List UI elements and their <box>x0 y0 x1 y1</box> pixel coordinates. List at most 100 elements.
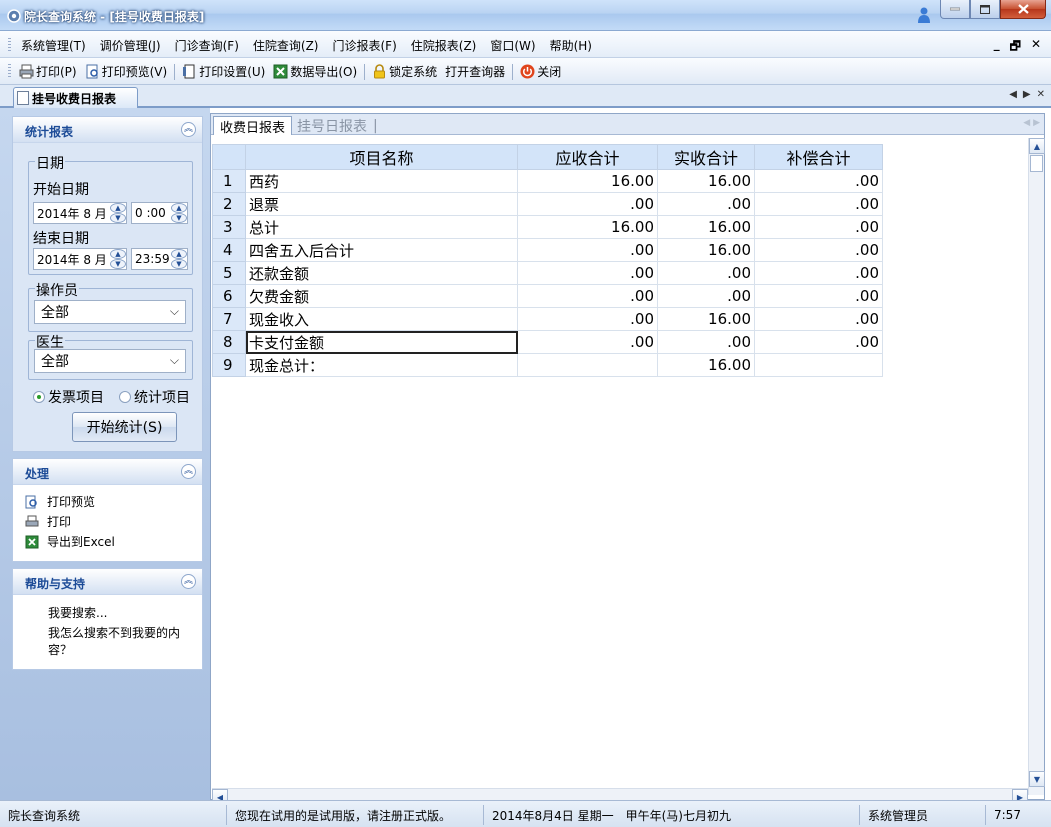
end-date-spinner[interactable]: ▲ ▼ <box>110 249 126 269</box>
minimize-button[interactable] <box>940 0 970 19</box>
row-number[interactable]: 1 <box>212 169 246 193</box>
table-row[interactable]: 2 退票 .00 .00 .00 <box>212 192 883 216</box>
scroll-up-icon[interactable]: ▲ <box>1029 138 1045 154</box>
cell-compensation[interactable]: .00 <box>754 215 883 239</box>
cell-due[interactable]: .00 <box>517 330 658 354</box>
spin-down-icon[interactable]: ▼ <box>171 259 187 269</box>
tab-fee-daily-report[interactable]: 收费日报表 <box>213 116 293 136</box>
close-window-button[interactable] <box>1000 0 1046 19</box>
row-number[interactable]: 3 <box>212 215 246 239</box>
menu-grip[interactable] <box>8 38 11 52</box>
table-row[interactable]: 7 现金收入 .00 16.00 .00 <box>212 307 883 331</box>
cell-compensation[interactable]: .00 <box>754 192 883 216</box>
column-header-compensation[interactable]: 补偿合计 <box>754 144 883 170</box>
row-number[interactable]: 7 <box>212 307 246 331</box>
row-number[interactable]: 4 <box>212 238 246 262</box>
cell-paid[interactable]: .00 <box>657 330 755 354</box>
cell-item-name-selected[interactable]: 卡支付金额 <box>245 330 518 354</box>
close-button[interactable]: 关闭 <box>516 63 565 80</box>
cell-compensation[interactable]: .00 <box>754 330 883 354</box>
cell-compensation[interactable]: .00 <box>754 284 883 308</box>
cell-item-name[interactable]: 总计 <box>245 215 518 239</box>
grid-corner[interactable] <box>212 144 246 170</box>
tab-registration-daily-report[interactable]: 挂号日报表 | <box>291 116 384 135</box>
radio-stats-items[interactable]: 统计项目 <box>119 387 190 407</box>
cell-paid[interactable]: 16.00 <box>657 169 755 193</box>
tab-scroll-right-icon[interactable]: ▶ <box>1023 89 1031 100</box>
maximize-button[interactable] <box>970 0 1000 19</box>
export-data-button[interactable]: 数据导出(O) <box>269 63 361 80</box>
column-header-due[interactable]: 应收合计 <box>517 144 658 170</box>
cell-compensation[interactable]: .00 <box>754 307 883 331</box>
menu-help[interactable]: 帮助(H) <box>543 37 599 54</box>
user-icon[interactable] <box>916 6 932 24</box>
cell-due[interactable]: .00 <box>517 261 658 285</box>
table-row[interactable]: 6 欠费金额 .00 .00 .00 <box>212 284 883 308</box>
column-header-paid[interactable]: 实收合计 <box>657 144 755 170</box>
row-number[interactable]: 5 <box>212 261 246 285</box>
cell-due[interactable]: .00 <box>517 307 658 331</box>
process-print-preview-link[interactable]: 打印预览 <box>25 493 95 510</box>
end-date-field[interactable]: 2014年 8 月 ▲ ▼ <box>33 248 127 270</box>
cell-paid[interactable]: .00 <box>657 192 755 216</box>
help-search-link[interactable]: 我要搜索... <box>48 605 188 622</box>
cell-due[interactable]: 16.00 <box>517 215 658 239</box>
cell-paid[interactable]: .00 <box>657 284 755 308</box>
mdi-close-button[interactable]: ✕ <box>1031 37 1041 58</box>
table-row[interactable]: 3 总计 16.00 16.00 .00 <box>212 215 883 239</box>
menu-outpatient-query[interactable]: 门诊查询(F) <box>168 37 246 54</box>
spin-down-icon[interactable]: ▼ <box>110 213 126 223</box>
vertical-scrollbar[interactable]: ▲ ▼ <box>1028 138 1045 795</box>
cell-paid[interactable]: .00 <box>657 261 755 285</box>
menu-inpatient-query[interactable]: 住院查询(Z) <box>246 37 326 54</box>
cell-due[interactable]: 16.00 <box>517 169 658 193</box>
cell-paid[interactable]: 16.00 <box>657 307 755 331</box>
doctor-select[interactable]: 全部 ⌵ <box>34 349 186 373</box>
print-preview-button[interactable]: 打印预览(V) <box>81 63 172 80</box>
cell-item-name[interactable]: 现金收入 <box>245 307 518 331</box>
table-row[interactable]: 9 现金总计： 16.00 <box>212 353 883 377</box>
cell-item-name[interactable]: 西药 <box>245 169 518 193</box>
cell-compensation[interactable]: .00 <box>754 261 883 285</box>
start-stats-button[interactable]: 开始统计(S) <box>72 412 177 442</box>
stats-panel-header[interactable]: 统计报表 ︽ <box>13 117 202 143</box>
spin-up-icon[interactable]: ▲ <box>171 249 187 259</box>
cell-due[interactable]: .00 <box>517 284 658 308</box>
cell-due[interactable]: .00 <box>517 192 658 216</box>
end-time-field[interactable]: 23:59 ▲ ▼ <box>131 248 188 270</box>
cell-item-name[interactable]: 现金总计： <box>245 353 518 377</box>
chevron-down-icon[interactable]: ⌵ <box>170 304 179 319</box>
process-panel-header[interactable]: 处理 ︽ <box>13 459 202 485</box>
table-row[interactable]: 1 西药 16.00 16.00 .00 <box>212 169 883 193</box>
chevron-down-icon[interactable]: ⌵ <box>170 353 179 368</box>
tab-scroll-icon[interactable]: ◀ ▶ <box>1023 118 1040 128</box>
menu-inpatient-report[interactable]: 住院报表(Z) <box>404 37 484 54</box>
print-button[interactable]: 打印(P) <box>15 63 81 80</box>
print-setup-button[interactable]: 打印设置(U) <box>178 63 269 80</box>
tab-scroll-left-icon[interactable]: ◀ <box>1009 89 1017 100</box>
mdi-restore-button[interactable]: 🗗 <box>1010 37 1021 58</box>
spin-up-icon[interactable]: ▲ <box>171 203 187 213</box>
cell-paid[interactable]: 16.00 <box>657 238 755 262</box>
mdi-minimize-button[interactable]: _ <box>994 37 1000 58</box>
scroll-down-icon[interactable]: ▼ <box>1029 771 1045 787</box>
cell-paid[interactable]: 16.00 <box>657 353 755 377</box>
collapse-icon[interactable]: ︽ <box>181 122 196 137</box>
scroll-thumb[interactable] <box>1030 155 1043 172</box>
spin-up-icon[interactable]: ▲ <box>110 249 126 259</box>
cell-due[interactable] <box>517 353 658 377</box>
menu-system[interactable]: 系统管理(T) <box>14 37 93 54</box>
start-date-field[interactable]: 2014年 8 月 ▲ ▼ <box>33 202 127 224</box>
column-header-name[interactable]: 项目名称 <box>245 144 518 170</box>
operator-select[interactable]: 全部 ⌵ <box>34 300 186 324</box>
start-time-field[interactable]: 0 :00 ▲ ▼ <box>131 202 188 224</box>
toolbar-grip[interactable] <box>8 64 11 78</box>
process-export-excel-link[interactable]: 导出到Excel <box>25 533 115 550</box>
lock-system-button[interactable]: 锁定系统 <box>368 63 441 80</box>
cell-compensation[interactable] <box>754 353 883 377</box>
cell-paid[interactable]: 16.00 <box>657 215 755 239</box>
radio-unchecked-icon[interactable] <box>119 391 131 403</box>
cell-item-name[interactable]: 退票 <box>245 192 518 216</box>
process-print-link[interactable]: 打印 <box>25 513 71 530</box>
help-panel-header[interactable]: 帮助与支持 ︽ <box>13 569 202 595</box>
